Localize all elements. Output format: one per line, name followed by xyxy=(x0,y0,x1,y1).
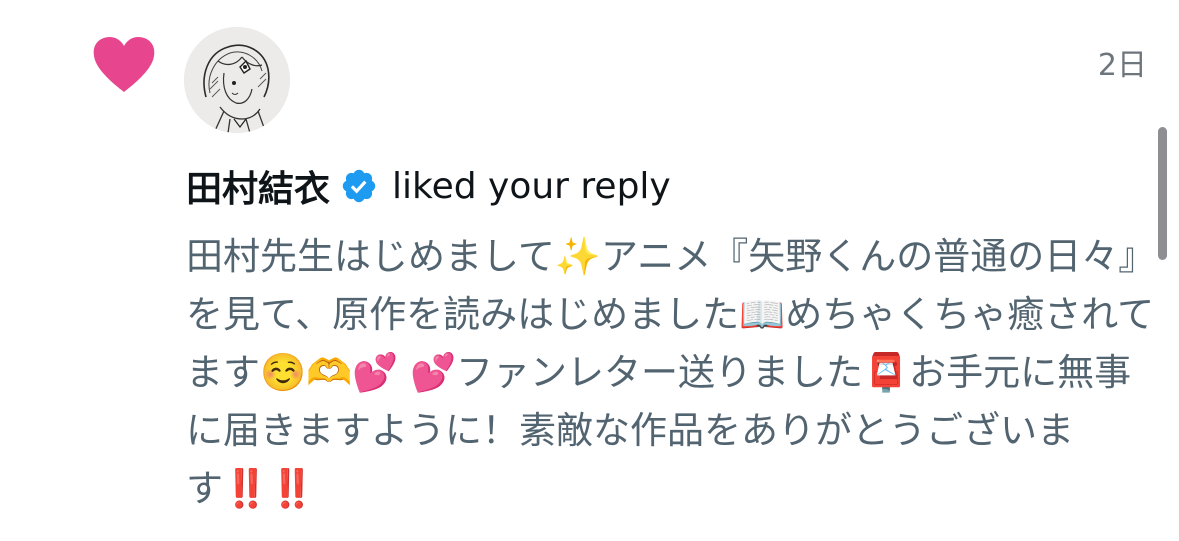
user-name[interactable]: 田村結衣 xyxy=(186,160,330,212)
reply-text[interactable]: 田村先生はじめまして✨アニメ『矢野くんの普通の日々』を見て、原作を読みはじめまし… xyxy=(186,228,1161,518)
action-text: liked your reply xyxy=(392,165,671,207)
verified-badge-icon xyxy=(342,169,376,203)
heart-icon xyxy=(93,37,155,92)
timestamp: 2日 xyxy=(1097,48,1147,83)
like-notification[interactable]: 2日 田村結衣 liked your reply 田村先生はじめまして✨アニメ『… xyxy=(0,0,1179,541)
notification-header: 田村結衣 liked your reply xyxy=(186,158,671,214)
avatar[interactable] xyxy=(184,27,290,133)
